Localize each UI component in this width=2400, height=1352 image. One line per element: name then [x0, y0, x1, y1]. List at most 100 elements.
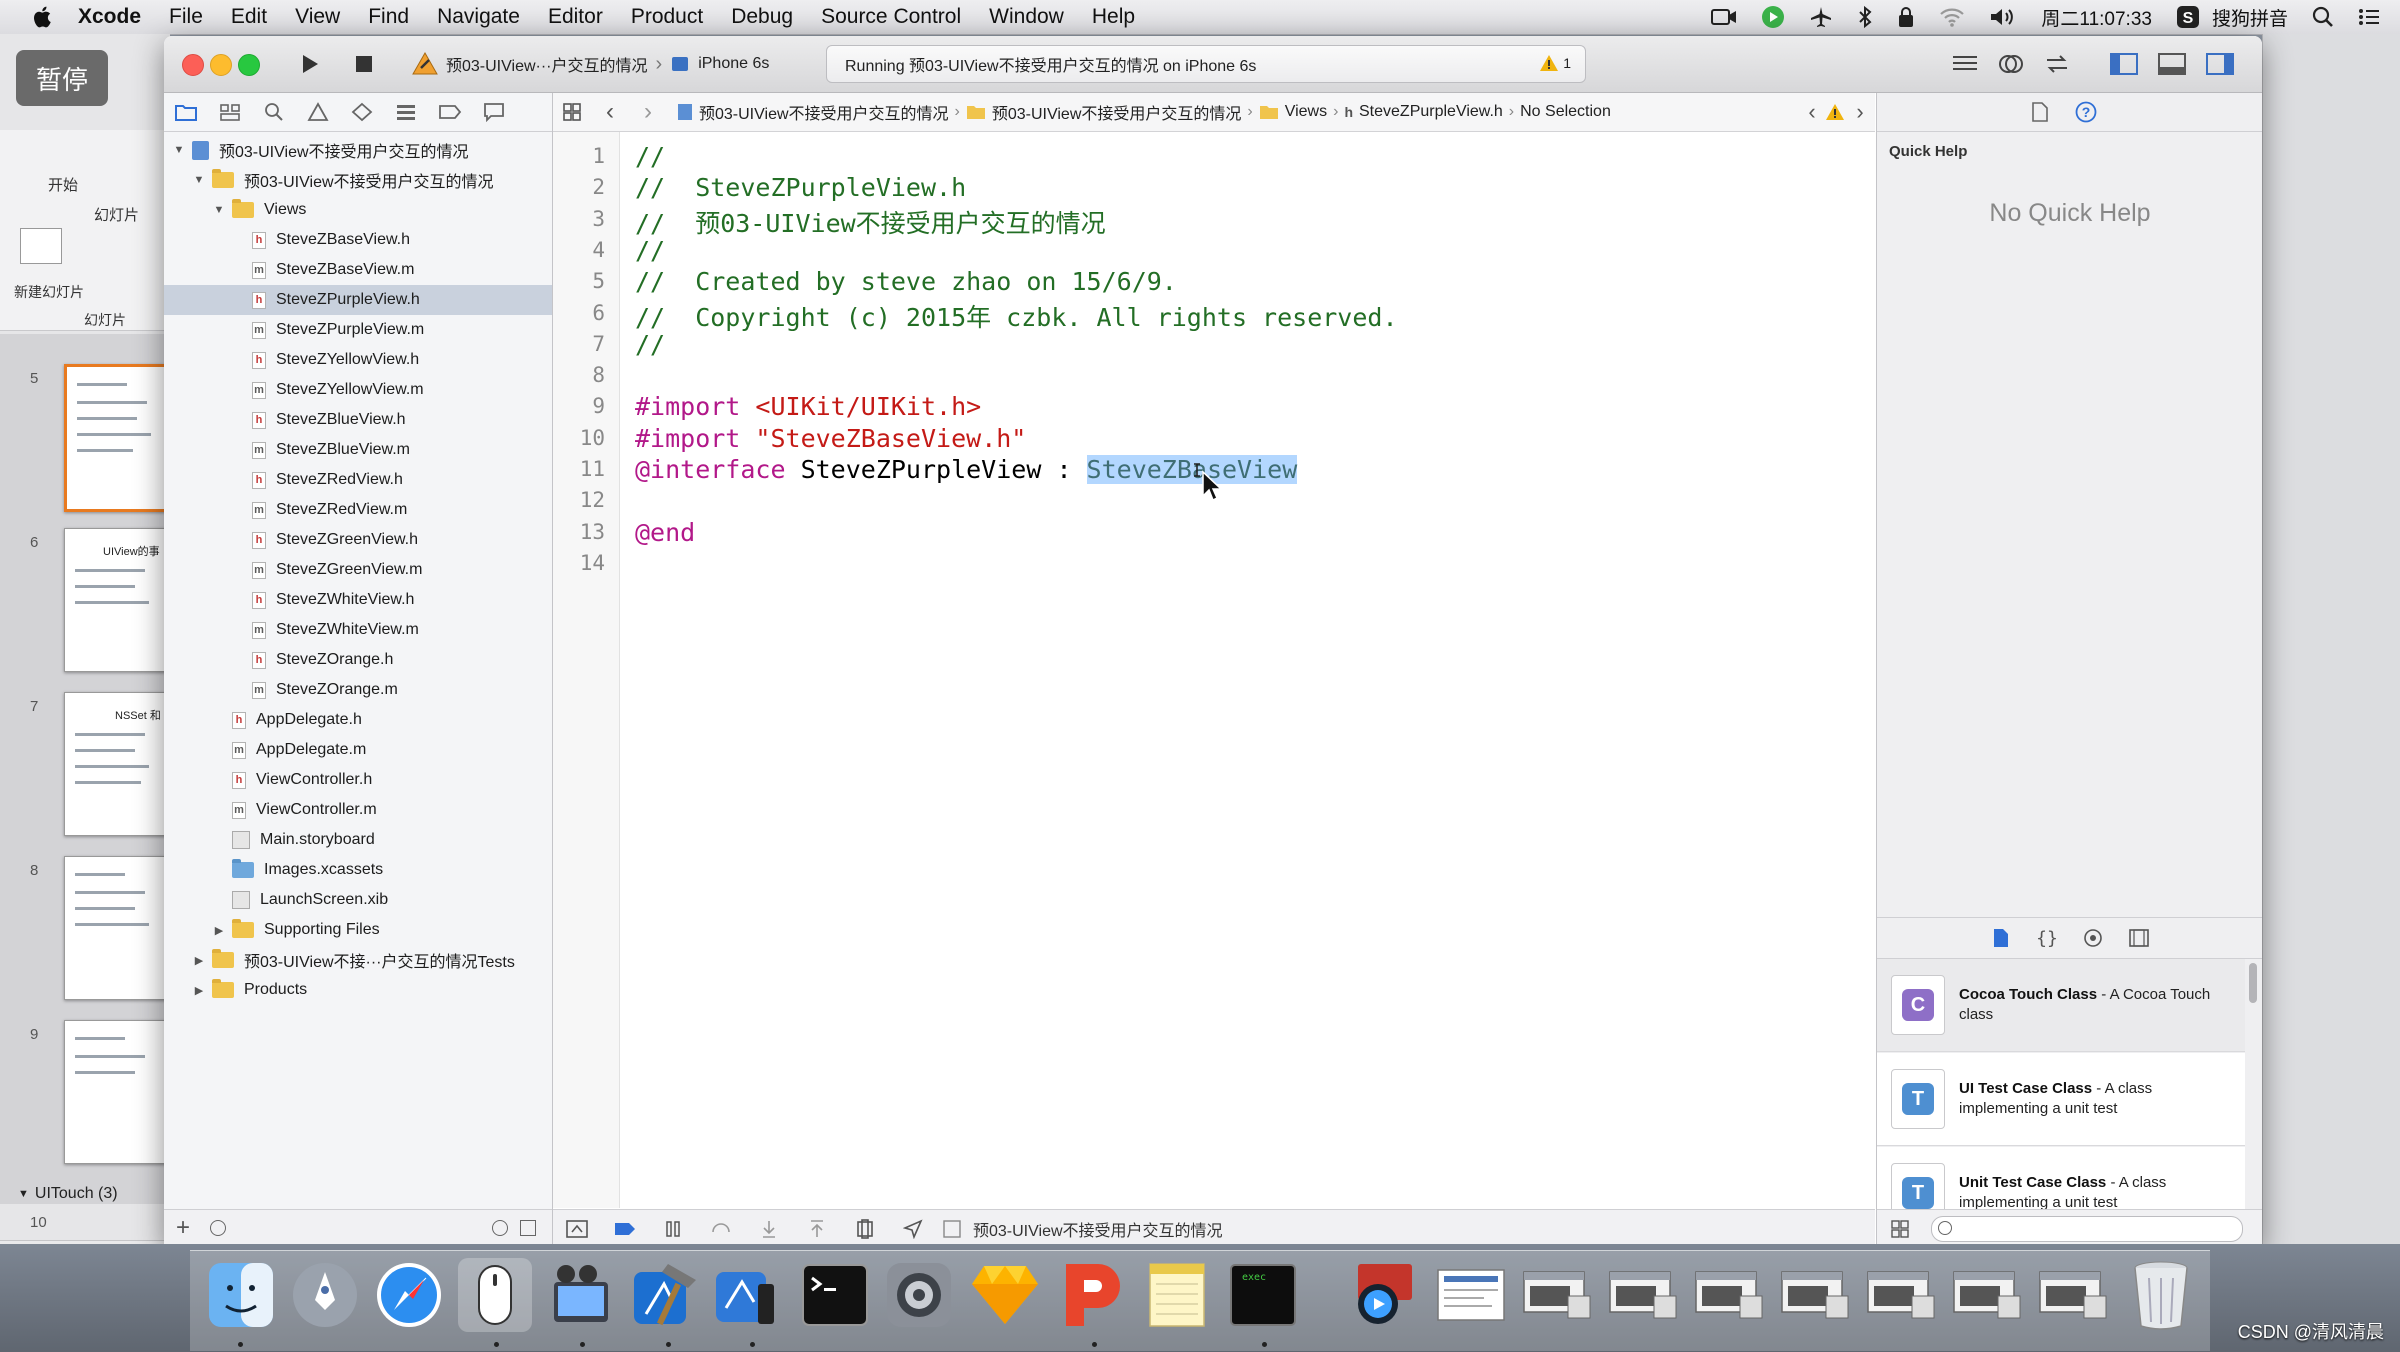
- breadcrumb-selection[interactable]: No Selection: [1520, 103, 1611, 121]
- document-preview-icon[interactable]: [1434, 1258, 1508, 1332]
- slide-thumbnail[interactable]: [64, 1020, 170, 1164]
- disclosure-open-icon[interactable]: ▼: [212, 204, 226, 216]
- report-navigator-icon[interactable]: [472, 93, 516, 131]
- disclosure-open-icon[interactable]: ▼: [192, 174, 206, 186]
- quick-help-icon[interactable]: ?: [2075, 101, 2097, 123]
- tree-item-tests[interactable]: ▶ 预03-UIView不接···户交互的情况Tests: [164, 945, 552, 975]
- menu-debug[interactable]: Debug: [731, 5, 793, 29]
- menu-product[interactable]: Product: [631, 5, 703, 29]
- terminal-icon[interactable]: [798, 1258, 872, 1332]
- run-button[interactable]: [290, 48, 330, 80]
- mouse-utility-icon[interactable]: [458, 1258, 532, 1332]
- safari-icon[interactable]: [372, 1258, 446, 1332]
- tree-item-file[interactable]: m ViewController.m: [164, 795, 552, 825]
- sketch-icon[interactable]: [968, 1258, 1042, 1332]
- step-out-icon[interactable]: [793, 1219, 841, 1239]
- notification-center-icon[interactable]: [2358, 7, 2380, 27]
- minimized-window-icon[interactable]: [1778, 1258, 1852, 1332]
- simulate-location-icon[interactable]: [889, 1219, 937, 1239]
- back-arrow-icon[interactable]: ‹: [591, 98, 629, 126]
- tree-item-file[interactable]: m AppDelegate.m: [164, 735, 552, 765]
- menu-source-control[interactable]: Source Control: [821, 5, 961, 29]
- tree-item-file[interactable]: m SteveZWhiteView.m: [164, 615, 552, 645]
- screen-record-icon[interactable]: [1711, 7, 1737, 27]
- view-hierarchy-icon[interactable]: [841, 1219, 889, 1239]
- toggle-debug-area-icon[interactable]: [2148, 53, 2196, 75]
- tree-item-file[interactable]: m SteveZOrange.m: [164, 675, 552, 705]
- new-slide-icon[interactable]: [20, 228, 62, 264]
- tree-item-file[interactable]: h SteveZBaseView.h: [164, 225, 552, 255]
- test-navigator-icon[interactable]: [340, 93, 384, 131]
- menu-find[interactable]: Find: [368, 5, 409, 29]
- stop-button[interactable]: [344, 48, 384, 80]
- grid-view-icon[interactable]: [1891, 1220, 1909, 1238]
- launchpad-icon[interactable]: [288, 1258, 362, 1332]
- tab-start[interactable]: 开始: [48, 174, 78, 195]
- library-item-cocoa-touch-class[interactable]: C Cocoa Touch Class - A Cocoa Touch clas…: [1877, 959, 2245, 1052]
- menu-view[interactable]: View: [295, 5, 340, 29]
- disclosure-closed-icon[interactable]: ▶: [192, 984, 206, 997]
- recent-files-icon[interactable]: [492, 1220, 508, 1236]
- menu-edit[interactable]: Edit: [231, 5, 267, 29]
- code-snippet-library-icon[interactable]: {}: [2024, 928, 2070, 949]
- slide-list[interactable]: 5 6 UIView的事 7 NSSet 和 8 9: [0, 334, 174, 1204]
- trash-icon[interactable]: [2124, 1258, 2198, 1332]
- pause-execution-icon[interactable]: [649, 1220, 697, 1238]
- breakpoints-toggle-icon[interactable]: [601, 1221, 649, 1237]
- previous-issue-icon[interactable]: ‹: [1799, 99, 1825, 125]
- pause-button[interactable]: 暂停: [16, 50, 108, 106]
- tree-item-file[interactable]: Main.storyboard: [164, 825, 552, 855]
- tree-item-file[interactable]: LaunchScreen.xib: [164, 885, 552, 915]
- filter-icon[interactable]: [210, 1220, 226, 1236]
- library-scrollbar[interactable]: [2249, 963, 2257, 1003]
- tree-item-file[interactable]: h AppDelegate.h: [164, 705, 552, 735]
- wifi-icon[interactable]: [1939, 7, 1965, 27]
- library-item-ui-test-case-class[interactable]: T UI Test Case Class - A class implement…: [1877, 1053, 2245, 1146]
- quicktime-icon[interactable]: [1348, 1258, 1422, 1332]
- breadcrumb-views[interactable]: Views: [1285, 103, 1327, 121]
- scheme-selector[interactable]: 预03-UIView···户交互的情况 › iPhone 6s: [412, 48, 769, 80]
- disclosure-open-icon[interactable]: ▼: [172, 144, 186, 156]
- system-preferences-icon[interactable]: [882, 1258, 956, 1332]
- bluetooth-icon[interactable]: [1857, 5, 1873, 29]
- input-method-label[interactable]: 搜狗拼音: [2212, 4, 2288, 31]
- tree-item-file[interactable]: h SteveZGreenView.h: [164, 525, 552, 555]
- menu-navigate[interactable]: Navigate: [437, 5, 520, 29]
- lock-icon[interactable]: [1897, 6, 1915, 28]
- breakpoint-navigator-icon[interactable]: [428, 93, 472, 131]
- console-icon[interactable]: exec: [1226, 1258, 1300, 1332]
- breadcrumb-group[interactable]: 预03-UIView不接受用户交互的情况: [992, 100, 1242, 124]
- minimized-window-icon[interactable]: [1864, 1258, 1938, 1332]
- minimized-window-icon[interactable]: [2036, 1258, 2110, 1332]
- close-window-button[interactable]: [182, 54, 204, 76]
- file-template-library-icon[interactable]: [1978, 928, 2024, 948]
- spotlight-icon[interactable]: [2312, 6, 2334, 28]
- xcode-icon[interactable]: [628, 1258, 702, 1332]
- slide-thumbnail[interactable]: [64, 364, 174, 512]
- object-library-icon[interactable]: [2070, 928, 2116, 948]
- media-library-icon[interactable]: [2116, 929, 2162, 947]
- tree-item-file[interactable]: h SteveZPurpleView.h: [164, 285, 552, 315]
- input-method-icon[interactable]: S: [2176, 5, 2200, 29]
- airplane-icon[interactable]: [1809, 5, 1833, 29]
- step-over-icon[interactable]: [697, 1220, 745, 1238]
- tree-item-file[interactable]: h SteveZWhiteView.h: [164, 585, 552, 615]
- tree-item-file[interactable]: h SteveZBlueView.h: [164, 405, 552, 435]
- status-app-icon[interactable]: [1761, 5, 1785, 29]
- tree-item-file[interactable]: h SteveZYellowView.h: [164, 345, 552, 375]
- tree-item-file[interactable]: m SteveZYellowView.m: [164, 375, 552, 405]
- slide-thumbnail[interactable]: [64, 856, 170, 1000]
- assistant-editor-icon[interactable]: [1988, 53, 2034, 75]
- instruments-icon[interactable]: [712, 1258, 786, 1332]
- tree-item-file[interactable]: m SteveZPurpleView.m: [164, 315, 552, 345]
- search-icon[interactable]: [252, 93, 296, 131]
- file-inspector-icon[interactable]: [2031, 102, 2049, 122]
- activity-viewer[interactable]: Running 预03-UIView不接受用户交互的情况 on iPhone 6…: [826, 45, 1586, 83]
- disclosure-closed-icon[interactable]: ▶: [192, 954, 206, 967]
- toggle-navigator-icon[interactable]: [2100, 53, 2148, 75]
- tree-item-file[interactable]: m SteveZBlueView.m: [164, 435, 552, 465]
- minimize-window-button[interactable]: [210, 54, 232, 76]
- version-editor-icon[interactable]: [2034, 54, 2080, 74]
- notes-icon[interactable]: [1140, 1258, 1214, 1332]
- breadcrumb-project[interactable]: 预03-UIView不接受用户交互的情况: [699, 100, 949, 124]
